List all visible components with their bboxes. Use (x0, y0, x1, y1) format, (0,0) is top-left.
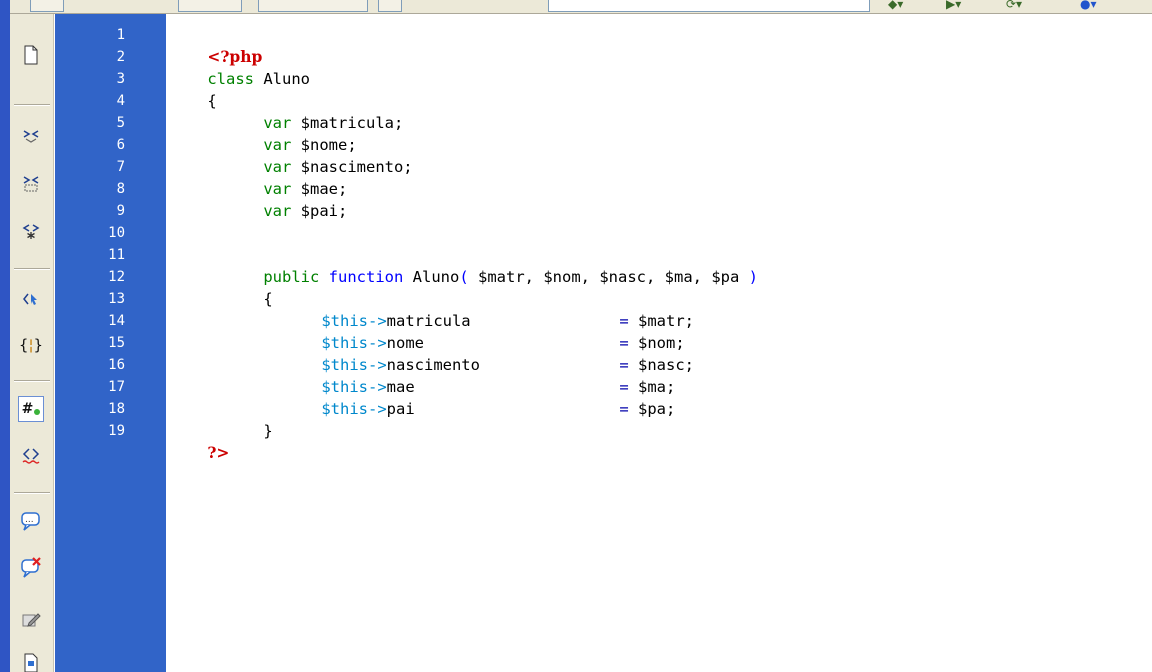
wrap-tag-icon[interactable] (18, 606, 44, 632)
line-number: 1 (116, 27, 125, 43)
code-navigator-icon[interactable]: ◆▾ (888, 0, 903, 10)
line-number: 17 (108, 379, 125, 395)
code-line: { (170, 68, 216, 110)
value: $pa; (638, 400, 676, 418)
code-line: var $mae; (226, 156, 347, 198)
code-line: $this->pai (284, 376, 414, 418)
line-number: 9 (116, 203, 125, 219)
code-line: = $matr; (582, 288, 694, 330)
view-design-button[interactable] (258, 0, 368, 12)
collapse-selection-icon[interactable] (18, 170, 44, 196)
toolbar-separator (14, 268, 50, 270)
line-number: 7 (116, 159, 125, 175)
code-line: var $nome; (226, 112, 356, 154)
function-keyword: function (328, 268, 404, 286)
line-number: 15 (108, 335, 125, 351)
line-number: 18 (108, 401, 125, 417)
svg-text:...: ... (25, 515, 34, 525)
coding-toolbar: {¦} # ... (10, 14, 54, 672)
toolbar-separator (14, 380, 50, 382)
brace: { (207, 92, 217, 110)
select-parent-tag-icon[interactable] (18, 286, 44, 312)
live-view-button[interactable] (378, 0, 402, 12)
paren: ( (459, 268, 469, 286)
php-close-tag: ?> (207, 443, 230, 462)
toolbar-separator (14, 104, 50, 106)
line-number: 6 (116, 137, 125, 153)
line-number: 10 (108, 225, 125, 241)
code-editor[interactable]: <?php class Aluno { var $matricula; var … (166, 14, 1152, 672)
code-line: var $nascimento; (226, 134, 412, 176)
line-number: 12 (108, 269, 125, 285)
code-line: } (226, 398, 272, 440)
line-number: 3 (116, 71, 125, 87)
this-reference: $this-> (321, 400, 387, 418)
collapse-tag-icon[interactable] (18, 122, 44, 148)
highlight-invalid-code-icon[interactable] (18, 442, 44, 468)
balance-braces-icon[interactable]: {¦} (18, 332, 44, 358)
recent-snippets-icon[interactable] (18, 650, 44, 672)
brace: { (263, 290, 273, 308)
line-number: 13 (108, 291, 125, 307)
document-title-field[interactable] (548, 0, 870, 12)
property: pai (386, 400, 415, 418)
code-line: = $ma; (582, 354, 675, 396)
brace: } (263, 422, 273, 440)
code-line: <?php (170, 24, 262, 66)
preview-icon[interactable]: ▶▾ (946, 0, 961, 10)
class-name: Aluno (254, 70, 310, 88)
line-number-gutter: 1 2 3 4 5 6 7 8 9 10 11 12 13 14 15 16 1… (54, 14, 166, 672)
keyword: var (263, 202, 292, 220)
code-line: public function Aluno( $matr, $nom, $nas… (226, 244, 758, 286)
line-numbers-icon[interactable]: # (18, 396, 44, 422)
line-number: 8 (116, 181, 125, 197)
window-frame-edge (0, 0, 10, 672)
code-line: var $pai; (226, 178, 347, 220)
remove-comment-icon[interactable] (18, 554, 44, 580)
view-split-button[interactable] (178, 0, 242, 12)
function-name: Aluno (412, 268, 460, 286)
line-number: 19 (108, 423, 125, 439)
apply-comment-icon[interactable]: ... (18, 508, 44, 534)
line-number: 2 (116, 49, 125, 65)
refresh-icon[interactable]: ⟳▾ (1006, 0, 1022, 10)
new-document-icon[interactable] (18, 42, 44, 68)
code-line: var $matricula; (226, 90, 403, 132)
code-line: { (226, 266, 272, 308)
code-line: = $nasc; (582, 332, 694, 374)
toolbar-separator (14, 492, 50, 494)
code-line: ?> (170, 420, 229, 462)
line-number: 4 (116, 93, 125, 109)
line-number: 16 (108, 357, 125, 373)
line-number: 11 (108, 247, 125, 263)
top-toolbar: ◆▾ ▶▾ ⟳▾ ●▾ (0, 0, 1152, 14)
line-number: 5 (116, 115, 125, 131)
paren: ) (748, 268, 758, 286)
view-code-button[interactable] (30, 0, 64, 12)
globe-icon[interactable]: ●▾ (1080, 0, 1097, 10)
parameters: $matr, $nom, $nasc, $ma, $pa (468, 268, 749, 286)
code-line: $this->matricula (284, 288, 470, 330)
expand-all-icon[interactable] (18, 218, 44, 244)
assign-operator: = (619, 400, 629, 418)
code-line: $this->nascimento (284, 332, 480, 374)
code-line: $this->nome (284, 310, 424, 352)
code-line: = $pa; (582, 376, 675, 418)
line-number: 14 (108, 313, 125, 329)
code-line: = $nom; (582, 310, 684, 352)
code-line: class Aluno (170, 46, 310, 88)
code-line: $this->mae (284, 354, 414, 396)
variable: $pai; (291, 202, 348, 220)
